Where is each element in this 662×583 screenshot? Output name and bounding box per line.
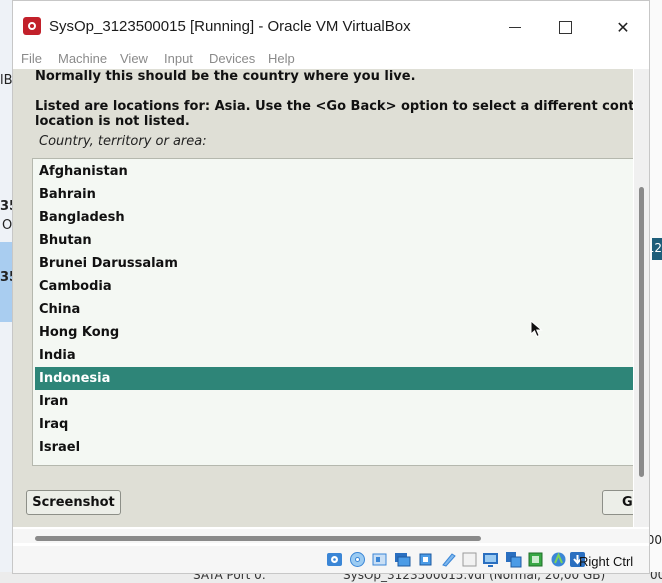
menu-input[interactable]: Input [164, 51, 193, 66]
window-title: SysOp_3123500015 [Running] - Oracle VM V… [49, 18, 411, 35]
audio-icon[interactable] [371, 551, 388, 568]
country-item[interactable]: Iraq [35, 413, 633, 436]
menu-view[interactable]: View [120, 51, 148, 66]
optical-drive-icon[interactable] [349, 551, 366, 568]
background-text-fragment: 00 [650, 572, 662, 582]
country-item[interactable]: Cambodia [35, 275, 633, 298]
minimize-button[interactable] [493, 11, 537, 43]
go-back-button[interactable]: Go Back [602, 490, 633, 515]
hard-disk-icon[interactable] [326, 551, 343, 568]
close-icon: ✕ [616, 17, 630, 37]
instruction-text: Listed are locations for: Asia. Use the … [35, 99, 633, 114]
instruction-text: Normally this should be the country wher… [35, 69, 416, 84]
virtualbox-app-icon [23, 17, 41, 35]
title-bar[interactable]: SysOp_3123500015 [Running] - Oracle VM V… [13, 1, 649, 45]
country-item[interactable]: Bangladesh [35, 206, 633, 229]
menu-devices[interactable]: Devices [209, 51, 255, 66]
maximize-button[interactable] [543, 11, 587, 43]
status-bar: Right Ctrl [13, 546, 649, 573]
minimize-icon [509, 26, 521, 28]
list-prompt: Country, territory or area: [39, 134, 207, 149]
network-icon[interactable] [394, 551, 411, 568]
country-item[interactable]: China [35, 298, 633, 321]
close-button[interactable]: ✕ [601, 11, 645, 43]
country-item[interactable]: Brunei Darussalam [35, 252, 633, 275]
clipboard-icon[interactable] [505, 551, 522, 568]
country-listbox[interactable]: Afghanistan Bahrain Bangladesh Bhutan Br… [32, 158, 633, 466]
shared-folders-icon[interactable] [440, 551, 457, 568]
host-key-label: Right Ctrl [579, 554, 634, 569]
mouse-cursor-icon [530, 320, 543, 338]
country-item[interactable]: Bahrain [35, 183, 633, 206]
country-item[interactable]: Bhutan [35, 229, 633, 252]
usb-icon[interactable] [417, 551, 434, 568]
menu-file[interactable]: File [21, 51, 42, 66]
horizontal-scroll-thumb[interactable] [35, 536, 481, 541]
vm-window: SysOp_3123500015 [Running] - Oracle VM V… [12, 0, 650, 574]
cpu-icon[interactable] [527, 551, 544, 568]
mouse-integration-icon[interactable] [550, 551, 567, 568]
country-item[interactable]: Israel [35, 436, 633, 459]
country-item[interactable]: Iran [35, 390, 633, 413]
menu-machine[interactable]: Machine [58, 51, 107, 66]
maximize-icon [558, 20, 572, 34]
country-item[interactable]: Afghanistan [35, 160, 633, 183]
menu-help[interactable]: Help [268, 51, 295, 66]
country-item-selected[interactable]: Indonesia [35, 367, 633, 390]
background-manager-right [650, 0, 662, 583]
country-item[interactable]: India [35, 344, 633, 367]
menu-bar: File Machine View Input Devices Help [13, 47, 649, 69]
screenshot-button[interactable]: Screenshot [26, 490, 121, 515]
vertical-scroll-thumb[interactable] [639, 187, 644, 477]
display-icon[interactable] [461, 551, 478, 568]
instruction-text: location is not listed. [35, 114, 190, 129]
background-text-fragment: O [2, 218, 13, 233]
vertical-scrollbar[interactable] [634, 69, 649, 527]
horizontal-scrollbar[interactable] [13, 529, 649, 543]
guest-display[interactable]: Normally this should be the country wher… [13, 69, 633, 527]
video-capture-icon[interactable] [482, 551, 499, 568]
